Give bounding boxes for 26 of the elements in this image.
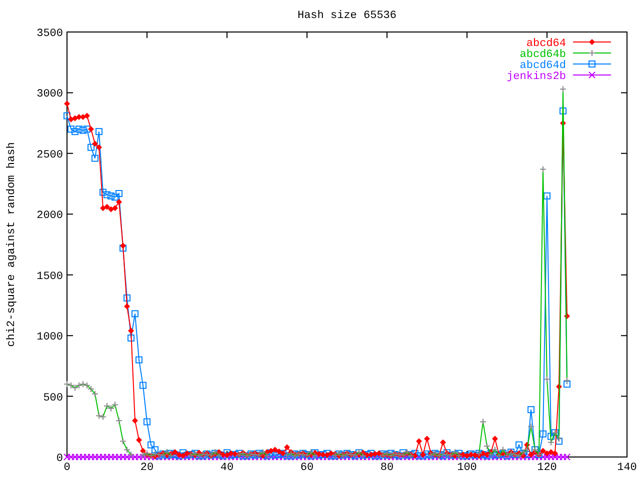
tick-label: 3000 [36, 88, 63, 101]
legend-label: abcd64d [520, 60, 566, 72]
legend-label: jenkins2b [506, 71, 566, 83]
tick-label: 100 [457, 462, 477, 474]
tick-label: 500 [43, 392, 63, 404]
tick-label: 0 [64, 462, 70, 474]
legend-sample [572, 39, 612, 45]
chart-title: Hash size 65536 [297, 10, 397, 22]
tick-label: 20 [140, 462, 154, 474]
tick-label: 80 [380, 462, 394, 474]
tick-label: 3500 [36, 28, 63, 40]
tick-label: 2500 [36, 149, 63, 162]
tick-label: 1500 [36, 270, 63, 283]
tick-label: 0 [56, 453, 63, 465]
legend-sample [572, 50, 612, 56]
tick-label: 140 [617, 462, 637, 474]
tick-label: 2000 [36, 210, 63, 222]
legend-label: abcd64 [526, 38, 566, 50]
tick-label: 60 [300, 462, 314, 474]
tick-label: 120 [537, 462, 557, 474]
legend-label: abcd64b [520, 49, 566, 61]
tick-label: 1000 [36, 332, 63, 344]
axis-label: chi2-square against random hash [6, 142, 18, 347]
legend-sample [572, 72, 612, 78]
tick-label: 40 [220, 462, 234, 474]
legend-sample [572, 60, 612, 68]
